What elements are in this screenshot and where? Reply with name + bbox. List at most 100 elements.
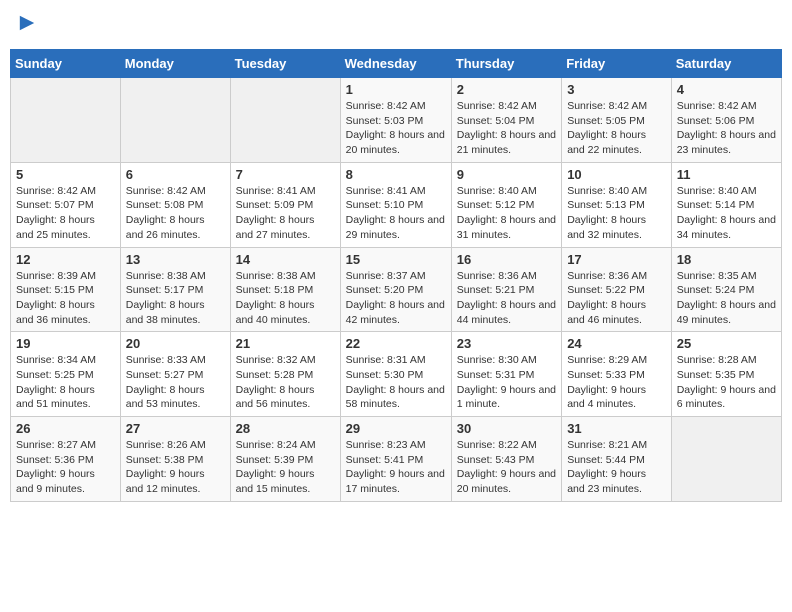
calendar-cell: 18 Sunrise: 8:35 AM Sunset: 5:24 PM Dayli… <box>671 247 781 332</box>
day-info: Sunrise: 8:30 AM Sunset: 5:31 PM Dayligh… <box>457 353 556 412</box>
calendar-cell: 17Sunrise: 8:36 AM Sunset: 5:22 PM Dayli… <box>562 247 672 332</box>
day-number: 11 <box>677 167 776 182</box>
day-number: 15 <box>346 252 446 267</box>
day-info: Sunrise: 8:31 AM Sunset: 5:30 PM Dayligh… <box>346 353 446 412</box>
day-number: 7 <box>236 167 335 182</box>
page-header <box>10 10 782 41</box>
day-info: Sunrise: 8:27 AM Sunset: 5:36 PM Dayligh… <box>16 438 115 497</box>
calendar-cell: 10 Sunrise: 8:40 AM Sunset: 5:13 PM Dayli… <box>562 162 672 247</box>
day-number: 14 <box>236 252 335 267</box>
day-number: 31 <box>567 421 666 436</box>
calendar-cell: 22 Sunrise: 8:31 AM Sunset: 5:30 PM Dayli… <box>340 332 451 417</box>
day-number: 5 <box>16 167 115 182</box>
day-number: 21 <box>236 336 335 351</box>
calendar-cell: 2 Sunrise: 8:42 AM Sunset: 5:04 PM Daylig… <box>451 78 561 163</box>
calendar-cell: 26 Sunrise: 8:27 AM Sunset: 5:36 PM Dayli… <box>11 417 121 502</box>
day-number: 27 <box>126 421 225 436</box>
calendar-cell: 1 Sunrise: 8:42 AM Sunset: 5:03 PM Daylig… <box>340 78 451 163</box>
calendar-header-row: SundayMondayTuesdayWednesdayThursdayFrid… <box>11 50 782 78</box>
calendar-week-row: 19Sunrise: 8:34 AM Sunset: 5:25 PM Dayli… <box>11 332 782 417</box>
calendar-cell: 19Sunrise: 8:34 AM Sunset: 5:25 PM Dayli… <box>11 332 121 417</box>
calendar-cell: 21 Sunrise: 8:32 AM Sunset: 5:28 PM Dayli… <box>230 332 340 417</box>
calendar-cell: 25Sunrise: 8:28 AM Sunset: 5:35 PM Dayli… <box>671 332 781 417</box>
calendar-cell <box>11 78 121 163</box>
day-number: 24 <box>567 336 666 351</box>
day-info: Sunrise: 8:36 AM Sunset: 5:21 PM Dayligh… <box>457 269 556 328</box>
day-info: Sunrise: 8:22 AM Sunset: 5:43 PM Dayligh… <box>457 438 556 497</box>
day-number: 26 <box>16 421 115 436</box>
day-info: Sunrise: 8:42 AM Sunset: 5:06 PM Dayligh… <box>677 99 776 158</box>
day-number: 9 <box>457 167 556 182</box>
calendar-cell: 28Sunrise: 8:24 AM Sunset: 5:39 PM Dayli… <box>230 417 340 502</box>
day-number: 1 <box>346 82 446 97</box>
calendar-cell: 30 Sunrise: 8:22 AM Sunset: 5:43 PM Dayli… <box>451 417 561 502</box>
day-info: Sunrise: 8:33 AM Sunset: 5:27 PM Dayligh… <box>126 353 225 412</box>
calendar-cell: 20 Sunrise: 8:33 AM Sunset: 5:27 PM Dayli… <box>120 332 230 417</box>
calendar-cell: 27 Sunrise: 8:26 AM Sunset: 5:38 PM Dayli… <box>120 417 230 502</box>
weekday-header: Tuesday <box>230 50 340 78</box>
calendar-cell: 29 Sunrise: 8:23 AM Sunset: 5:41 PM Dayli… <box>340 417 451 502</box>
day-number: 28 <box>236 421 335 436</box>
day-number: 18 <box>677 252 776 267</box>
calendar-cell <box>671 417 781 502</box>
day-number: 4 <box>677 82 776 97</box>
day-info: Sunrise: 8:26 AM Sunset: 5:38 PM Dayligh… <box>126 438 225 497</box>
calendar-cell: 15 Sunrise: 8:37 AM Sunset: 5:20 PM Dayli… <box>340 247 451 332</box>
calendar-table: SundayMondayTuesdayWednesdayThursdayFrid… <box>10 49 782 502</box>
calendar-cell: 7 Sunrise: 8:41 AM Sunset: 5:09 PM Daylig… <box>230 162 340 247</box>
calendar-week-row: 1 Sunrise: 8:42 AM Sunset: 5:03 PM Daylig… <box>11 78 782 163</box>
calendar-cell: 12 Sunrise: 8:39 AM Sunset: 5:15 PM Dayli… <box>11 247 121 332</box>
calendar-cell: 31 Sunrise: 8:21 AM Sunset: 5:44 PM Dayli… <box>562 417 672 502</box>
day-info: Sunrise: 8:42 AM Sunset: 5:07 PM Dayligh… <box>16 184 115 243</box>
calendar-cell: 24 Sunrise: 8:29 AM Sunset: 5:33 PM Dayli… <box>562 332 672 417</box>
day-info: Sunrise: 8:42 AM Sunset: 5:03 PM Dayligh… <box>346 99 446 158</box>
day-number: 16 <box>457 252 556 267</box>
calendar-week-row: 12 Sunrise: 8:39 AM Sunset: 5:15 PM Dayli… <box>11 247 782 332</box>
day-info: Sunrise: 8:42 AM Sunset: 5:04 PM Dayligh… <box>457 99 556 158</box>
calendar-cell <box>120 78 230 163</box>
day-number: 22 <box>346 336 446 351</box>
day-number: 29 <box>346 421 446 436</box>
day-number: 25 <box>677 336 776 351</box>
day-info: Sunrise: 8:41 AM Sunset: 5:10 PM Dayligh… <box>346 184 446 243</box>
calendar-cell: 23Sunrise: 8:30 AM Sunset: 5:31 PM Dayli… <box>451 332 561 417</box>
day-number: 19 <box>16 336 115 351</box>
day-info: Sunrise: 8:40 AM Sunset: 5:14 PM Dayligh… <box>677 184 776 243</box>
day-number: 13 <box>126 252 225 267</box>
calendar-cell: 13 Sunrise: 8:38 AM Sunset: 5:17 PM Dayli… <box>120 247 230 332</box>
day-number: 12 <box>16 252 115 267</box>
day-info: Sunrise: 8:23 AM Sunset: 5:41 PM Dayligh… <box>346 438 446 497</box>
weekday-header: Monday <box>120 50 230 78</box>
logo <box>16 14 36 37</box>
day-info: Sunrise: 8:21 AM Sunset: 5:44 PM Dayligh… <box>567 438 666 497</box>
day-info: Sunrise: 8:41 AM Sunset: 5:09 PM Dayligh… <box>236 184 335 243</box>
day-info: Sunrise: 8:35 AM Sunset: 5:24 PM Dayligh… <box>677 269 776 328</box>
day-number: 6 <box>126 167 225 182</box>
calendar-cell <box>230 78 340 163</box>
calendar-cell: 8Sunrise: 8:41 AM Sunset: 5:10 PM Daylig… <box>340 162 451 247</box>
weekday-header: Friday <box>562 50 672 78</box>
day-info: Sunrise: 8:37 AM Sunset: 5:20 PM Dayligh… <box>346 269 446 328</box>
day-info: Sunrise: 8:42 AM Sunset: 5:05 PM Dayligh… <box>567 99 666 158</box>
day-number: 30 <box>457 421 556 436</box>
day-info: Sunrise: 8:32 AM Sunset: 5:28 PM Dayligh… <box>236 353 335 412</box>
calendar-cell: 14Sunrise: 8:38 AM Sunset: 5:18 PM Dayli… <box>230 247 340 332</box>
weekday-header: Saturday <box>671 50 781 78</box>
weekday-header: Sunday <box>11 50 121 78</box>
calendar-cell: 9 Sunrise: 8:40 AM Sunset: 5:12 PM Daylig… <box>451 162 561 247</box>
day-info: Sunrise: 8:29 AM Sunset: 5:33 PM Dayligh… <box>567 353 666 412</box>
day-info: Sunrise: 8:40 AM Sunset: 5:12 PM Dayligh… <box>457 184 556 243</box>
calendar-cell: 11 Sunrise: 8:40 AM Sunset: 5:14 PM Dayli… <box>671 162 781 247</box>
day-number: 10 <box>567 167 666 182</box>
logo-icon <box>18 14 36 32</box>
calendar-week-row: 26 Sunrise: 8:27 AM Sunset: 5:36 PM Dayli… <box>11 417 782 502</box>
calendar-week-row: 5 Sunrise: 8:42 AM Sunset: 5:07 PM Daylig… <box>11 162 782 247</box>
day-info: Sunrise: 8:39 AM Sunset: 5:15 PM Dayligh… <box>16 269 115 328</box>
weekday-header: Thursday <box>451 50 561 78</box>
day-info: Sunrise: 8:40 AM Sunset: 5:13 PM Dayligh… <box>567 184 666 243</box>
calendar-cell: 16 Sunrise: 8:36 AM Sunset: 5:21 PM Dayli… <box>451 247 561 332</box>
day-info: Sunrise: 8:38 AM Sunset: 5:17 PM Dayligh… <box>126 269 225 328</box>
day-number: 20 <box>126 336 225 351</box>
day-info: Sunrise: 8:42 AM Sunset: 5:08 PM Dayligh… <box>126 184 225 243</box>
day-number: 2 <box>457 82 556 97</box>
